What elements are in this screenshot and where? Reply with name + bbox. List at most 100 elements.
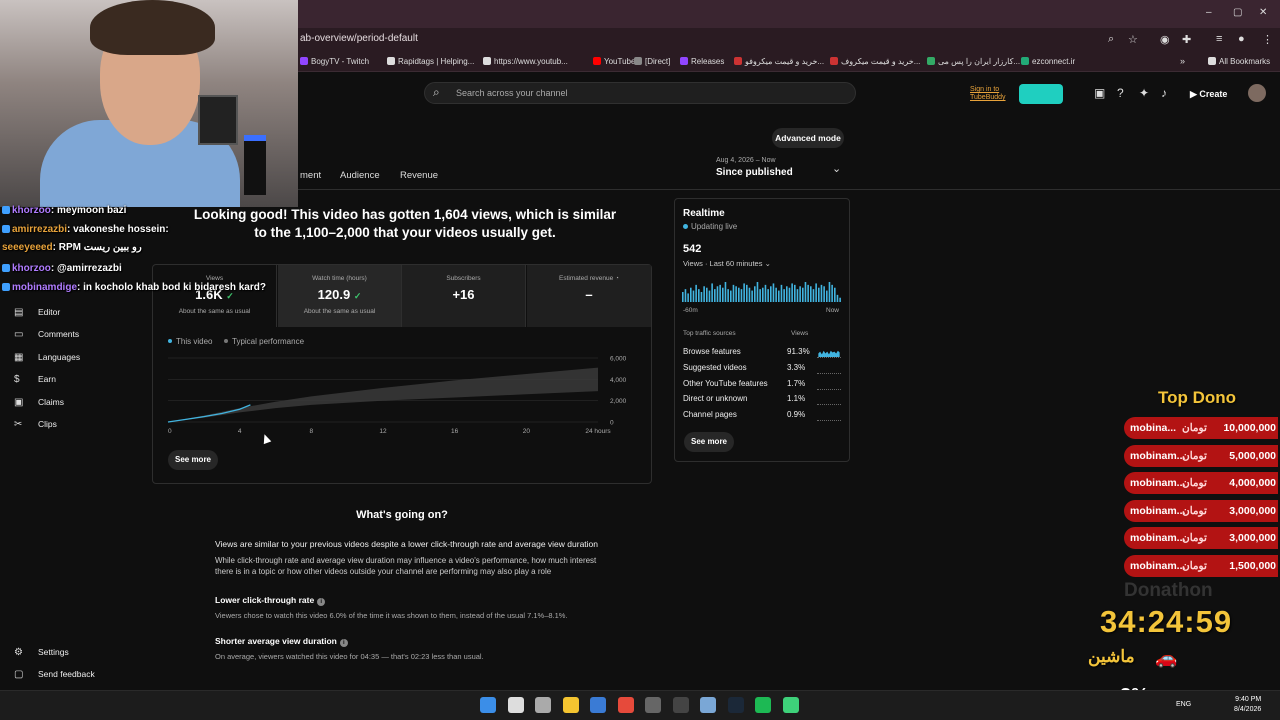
period-range[interactable]: Aug 4, 2026 – Now	[716, 157, 776, 164]
zoom-icon[interactable]: ⌕	[1108, 33, 1114, 46]
maximize-icon[interactable]: ▢	[1233, 7, 1242, 18]
sidebar-item-clips[interactable]: ✂ Clips	[14, 419, 57, 430]
sidebar-item-languages[interactable]: ▦ Languages	[14, 352, 80, 363]
sidebar-item-comments[interactable]: ▭ Comments	[14, 329, 79, 340]
search-icon[interactable]	[507, 697, 524, 713]
bookmark-item[interactable]: All Bookmarks	[1208, 57, 1270, 66]
app-g-icon[interactable]	[672, 697, 689, 713]
tab-revenue[interactable]: Revenue	[400, 170, 438, 181]
info-icon[interactable]: i	[317, 598, 326, 606]
source-pct: 0.9%	[787, 410, 806, 419]
bookmark-item[interactable]: خرید و قیمت میکروفو...	[734, 57, 824, 66]
tubebuddy-button[interactable]	[1019, 84, 1063, 104]
clock[interactable]: 9:40 PM 8/4/2026	[1234, 695, 1261, 715]
bookmark-item[interactable]: ezconnect.ir	[1021, 57, 1075, 66]
obs-icon[interactable]	[645, 697, 661, 713]
chat-text: : @amirrezazbi	[50, 263, 122, 274]
avatar[interactable]	[1248, 84, 1266, 102]
see-more-button[interactable]: See more	[168, 450, 218, 470]
donation-row: mobinam... تومان 3,000,000	[1124, 499, 1278, 522]
realtime-bar	[802, 287, 804, 302]
vscode-icon[interactable]	[590, 697, 606, 713]
sidebar-item-feedback[interactable]: ▢ Send feedback	[14, 669, 95, 680]
realtime-bar	[690, 287, 692, 302]
kpi-views[interactable]: Views 1.6K ✓ About the same as usual	[153, 265, 277, 327]
realtime-bar	[695, 284, 697, 302]
realtime-bar	[706, 287, 708, 302]
notifications-icon[interactable]: ♪	[1161, 86, 1167, 100]
sparkle-icon[interactable]: ✦	[1139, 86, 1149, 100]
bookmark-item[interactable]: Rapidtags | Helping...	[387, 57, 474, 66]
donor-name: mobinam...	[1130, 504, 1186, 517]
donation-amount: 3,000,000	[1229, 504, 1276, 517]
feedback-icon: ▢	[14, 669, 24, 680]
create-button[interactable]: ▶ Create	[1184, 84, 1236, 104]
views-chart[interactable]: 0 2,000 4,000 6,000 0 4 8 12 16 20 24 hours	[160, 350, 640, 442]
spotify-icon[interactable]	[755, 697, 771, 713]
extension-icon[interactable]: ◉	[1160, 33, 1170, 46]
check-icon: ✓	[353, 291, 362, 301]
kpi-watch-time[interactable]: Watch time (hours) 120.9 ✓ About the sam…	[278, 265, 402, 327]
bookmark-star-icon[interactable]: ☆	[1128, 33, 1138, 46]
realtime-period-selector[interactable]: Views · Last 60 minutes ⌄	[683, 259, 771, 268]
url-text[interactable]: ab-overview/period-default	[300, 33, 418, 44]
close-icon[interactable]: ✕	[1259, 7, 1267, 18]
bookmark-label: All Bookmarks	[1219, 57, 1271, 66]
sidebar-item-editor[interactable]: ▤ Editor	[14, 307, 60, 318]
chevron-right-icon[interactable]: »	[1180, 56, 1185, 66]
live-label: Updating live	[691, 222, 738, 231]
app-green-icon[interactable]	[782, 697, 799, 713]
bookmark-item[interactable]: YouTube	[593, 57, 635, 66]
bookmark-label: ezconnect.ir	[1032, 57, 1076, 66]
bookmark-item[interactable]: کارزار ایران را پس می...	[927, 57, 1020, 66]
realtime-bar	[756, 282, 759, 302]
minimize-icon[interactable]: –	[1206, 7, 1212, 18]
settings-icon: ⚙	[14, 647, 23, 658]
kpi-subscribers[interactable]: Subscribers +16	[402, 265, 526, 327]
sidebar-item-earn[interactable]: $ Earn	[14, 374, 56, 385]
bookmark-item[interactable]: Releases	[680, 57, 724, 66]
help-icon[interactable]: ?	[1117, 86, 1124, 100]
sidebar-item-settings[interactable]: ⚙ Settings	[14, 647, 69, 658]
bookmark-favicon	[300, 57, 308, 65]
realtime-bar	[836, 294, 839, 302]
tubebuddy-signin-link[interactable]: Sign in to TubeBuddy	[970, 86, 1006, 102]
tab-audience[interactable]: Audience	[340, 170, 380, 181]
realtime-bar	[815, 283, 817, 302]
bookmark-item[interactable]: خرید و قیمت میکروف...	[830, 57, 920, 66]
legend-label: Typical performance	[232, 337, 305, 346]
realtime-bar	[762, 287, 764, 302]
bookmark-item[interactable]: [Direct]	[634, 57, 670, 66]
tab-engagement[interactable]: ment	[300, 170, 321, 181]
bookmark-item[interactable]: https://www.youtub...	[483, 57, 568, 66]
task-view-icon[interactable]	[535, 697, 551, 713]
realtime-see-more-button[interactable]: See more	[684, 432, 734, 452]
bookmark-item[interactable]: BogyTV - Twitch	[300, 57, 369, 66]
info-icon[interactable]: i	[339, 639, 348, 647]
more-vert-icon[interactable]: ⋮	[1262, 33, 1273, 46]
language-indicator[interactable]: ENG	[1176, 701, 1191, 708]
chevron-down-icon[interactable]: ⌄	[832, 162, 841, 175]
profile-icon[interactable]: ●	[1238, 33, 1245, 45]
steam-icon[interactable]	[727, 697, 744, 713]
realtime-bar	[738, 287, 740, 302]
sidebar-label: Languages	[38, 352, 81, 362]
settings-icon[interactable]	[700, 697, 716, 713]
search-input[interactable]: Search across your channel	[456, 88, 568, 98]
realtime-bar	[730, 290, 732, 302]
source-row: Channel pages 0.9%	[683, 410, 843, 424]
chrome-icon[interactable]	[617, 697, 634, 713]
period-selector[interactable]: Since published	[716, 167, 793, 178]
sidebar-item-claims[interactable]: ▣ Claims	[14, 397, 64, 408]
windows-start-icon[interactable]	[480, 697, 496, 713]
realtime-bar	[708, 290, 711, 302]
messages-icon[interactable]: ▣	[1094, 86, 1105, 100]
puzzle-icon[interactable]: ✚	[1182, 33, 1191, 46]
kpi-revenue[interactable]: Estimated revenue ◔ –	[527, 265, 651, 327]
realtime-bar	[764, 284, 767, 302]
advanced-mode-button[interactable]: Advanced mode	[772, 128, 844, 148]
realtime-title: Realtime	[683, 208, 725, 219]
file-explorer-icon[interactable]	[562, 697, 579, 713]
realtime-bar	[804, 282, 807, 302]
media-icon[interactable]: ≡	[1216, 33, 1222, 45]
